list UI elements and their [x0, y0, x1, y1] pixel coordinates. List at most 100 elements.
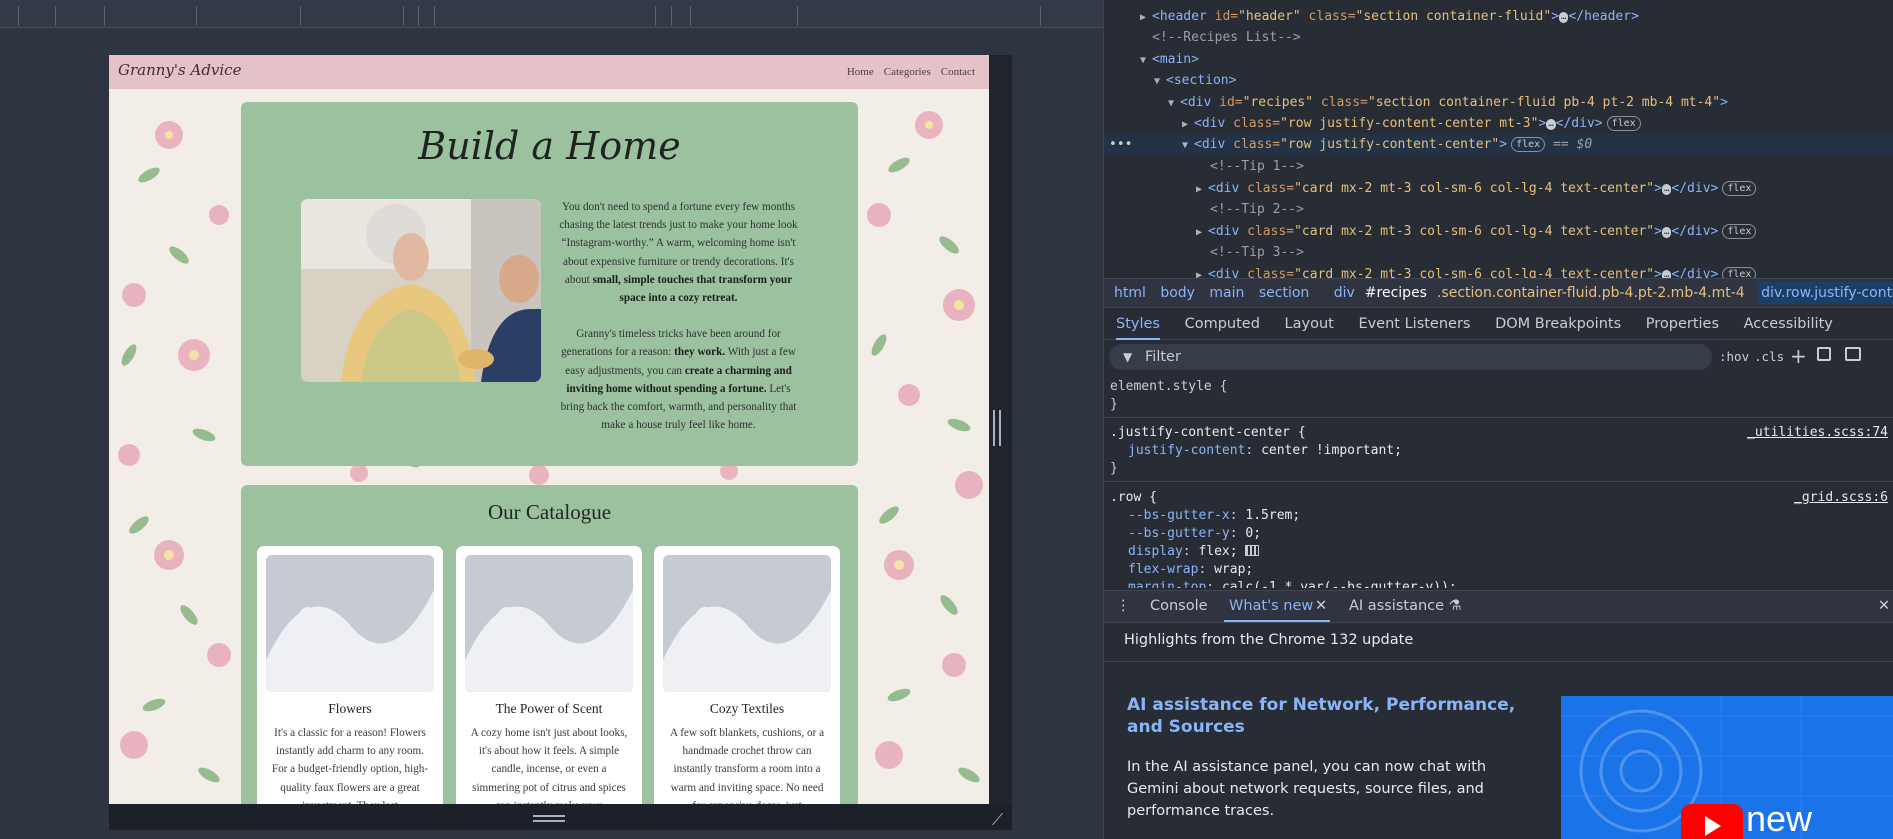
expand-arrow-icon[interactable]: ▶ [1196, 222, 1208, 243]
collapsed-ellipsis-icon[interactable]: … [1661, 270, 1672, 278]
rule-justify-selector[interactable]: .justify-content-center { [1110, 424, 1306, 442]
breadcrumb-recipes[interactable]: div #recipes .section.container-fluid.pb-4… [1324, 285, 1745, 301]
breadcrumb-body[interactable]: body [1160, 285, 1195, 301]
dom-node-row-mt3[interactable]: ▶ <div class="row justify-content-center … [1182, 113, 1641, 134]
tab-accessibility[interactable]: Accessibility [1744, 316, 1833, 332]
viewport-resize-handle-right[interactable] [993, 410, 1001, 446]
dom-node-main[interactable]: ▼ <main> [1140, 49, 1199, 70]
dom-comment-tip2[interactable]: <!--Tip 2--> [1210, 199, 1304, 220]
tab-event-listeners[interactable]: Event Listeners [1358, 316, 1470, 332]
flex-badge[interactable]: flex [1722, 181, 1757, 196]
youtube-play-icon[interactable] [1681, 804, 1743, 839]
rule-property[interactable]: flex-wrap: wrap; [1128, 561, 1253, 579]
dom-comment-tip1[interactable]: <!--Tip 1--> [1210, 156, 1304, 177]
node-actions-icon[interactable]: ••• [1109, 134, 1132, 155]
rule-property[interactable]: --bs-gutter-x: 1.5rem; [1128, 507, 1300, 525]
drawer-tab-bar: ⋮ Console What's new ✕ AI assistance ⚗ ✕ [1104, 590, 1893, 623]
site-brand[interactable]: Granny's Advice [118, 61, 241, 79]
rule-element-style-selector[interactable]: element.style { [1110, 378, 1227, 396]
tab-whats-new[interactable]: What's new [1229, 591, 1313, 622]
flex-badge[interactable]: flex [1722, 224, 1757, 239]
tab-computed[interactable]: Computed [1185, 316, 1260, 332]
nav-link-contact[interactable]: Contact [941, 66, 975, 78]
hero-paragraph-2: Granny's timeless tricks have been aroun… [560, 328, 797, 432]
site-nav-links: Home Categories Contact [847, 66, 975, 78]
collapsed-ellipsis-icon[interactable]: … [1661, 227, 1672, 238]
media-query-ruler[interactable] [0, 0, 1103, 28]
drawer-menu-icon[interactable]: ⋮ [1116, 591, 1131, 622]
whats-new-video-thumbnail[interactable]: new [1561, 696, 1893, 839]
viewport-resize-handle-bottom[interactable] [533, 815, 565, 822]
styles-tab-bar: Styles Computed Layout Event Listeners D… [1104, 308, 1893, 340]
rule-row-selector[interactable]: .row { [1110, 489, 1157, 507]
dom-node-card-1[interactable]: ▶ <div class="card mx-2 mt-3 col-sm-6 col… [1196, 178, 1757, 200]
tab-properties[interactable]: Properties [1646, 316, 1719, 332]
new-style-rule-icon[interactable]: + [1790, 344, 1807, 368]
divider [1104, 661, 1893, 662]
expand-arrow-icon[interactable]: ▶ [1196, 179, 1208, 200]
collapsed-ellipsis-icon[interactable]: … [1661, 184, 1672, 195]
dom-comment-tip3[interactable]: <!--Tip 3--> [1210, 242, 1304, 263]
toggle-sidebar-icon[interactable] [1845, 347, 1861, 361]
card-text: A few soft blankets, cushions, or a hand… [669, 727, 825, 804]
rule-close-brace: } [1110, 397, 1118, 412]
styles-filter: ▼ [1109, 344, 1712, 370]
collapse-arrow-icon[interactable]: ▼ [1168, 93, 1180, 114]
close-tab-icon[interactable]: ✕ [1315, 591, 1327, 622]
expand-arrow-icon[interactable]: ▶ [1182, 114, 1194, 135]
selected-node-marker: == $0 [1553, 137, 1593, 152]
dom-node-row-selected[interactable]: ▼ <div class="row justify-content-center"… [1182, 134, 1592, 155]
tab-styles[interactable]: Styles [1116, 316, 1160, 340]
style-rules: element.style { } .justify-content-cente… [1104, 374, 1893, 588]
flex-badge[interactable]: flex [1722, 267, 1757, 278]
collapse-arrow-icon[interactable]: ▼ [1182, 135, 1194, 156]
dom-node-recipes[interactable]: ▼ <div id="recipes" class="section contai… [1168, 92, 1728, 113]
catalogue-card-textiles[interactable]: Cozy Textiles A few soft blankets, cushi… [654, 546, 840, 804]
nav-link-categories[interactable]: Categories [884, 66, 931, 78]
dom-node-card-3[interactable]: ▶ <div class="card mx-2 mt-3 col-sm-6 col… [1196, 264, 1757, 278]
flex-badge[interactable]: flex [1606, 116, 1641, 131]
image-placeholder-icon [465, 555, 633, 692]
collapse-arrow-icon[interactable]: ▼ [1140, 50, 1152, 71]
close-drawer-icon[interactable]: ✕ [1878, 591, 1890, 622]
collapse-arrow-icon[interactable]: ▼ [1154, 71, 1166, 92]
hero-card: Build a Home You don't need to spend a f… [241, 102, 858, 466]
breadcrumb-html[interactable]: html [1114, 285, 1146, 301]
hero-title: Build a Home [418, 124, 681, 168]
flex-editor-icon[interactable] [1245, 545, 1260, 556]
nav-link-home[interactable]: Home [847, 66, 874, 78]
page-viewport[interactable]: Granny's Advice Home Categories Contact … [109, 55, 989, 804]
dom-node-header[interactable]: ▶ <header id="header" class="section cont… [1140, 6, 1639, 27]
tab-dom-breakpoints[interactable]: DOM Breakpoints [1495, 316, 1621, 332]
rule-source-link[interactable]: _grid.scss:6 [1794, 489, 1888, 507]
tab-ai-assistance[interactable]: AI assistance ⚗ [1349, 591, 1462, 622]
dom-node-card-2[interactable]: ▶ <div class="card mx-2 mt-3 col-sm-6 col… [1196, 221, 1757, 243]
flex-badge[interactable]: flex [1511, 137, 1546, 152]
tab-console[interactable]: Console [1150, 591, 1208, 622]
rendering-emulation-icon[interactable] [1817, 347, 1831, 361]
breadcrumb-main[interactable]: main [1209, 285, 1244, 301]
rule-property[interactable]: margin-top: calc(-1 * var(--bs-gutter-y)… [1128, 579, 1457, 588]
rule-property[interactable]: justify-content: center !important; [1128, 442, 1402, 460]
whats-new-feature-title[interactable]: AI assistance for Network, Performance, … [1127, 694, 1527, 738]
catalogue-card-scent[interactable]: The Power of Scent A cozy home isn't jus… [456, 546, 642, 804]
dom-comment-recipes[interactable]: <!--Recipes List--> [1152, 27, 1301, 48]
dom-node-section[interactable]: ▼ <section> [1154, 70, 1236, 91]
collapsed-ellipsis-icon[interactable]: … [1546, 119, 1556, 130]
rule-property[interactable]: display: flex; [1128, 543, 1260, 561]
filter-input[interactable] [1145, 347, 1685, 367]
tab-layout[interactable]: Layout [1285, 316, 1334, 332]
breadcrumb-selected-row[interactable]: div.row.justify-content-center [1757, 282, 1893, 304]
rule-property[interactable]: --bs-gutter-y: 0; [1128, 525, 1261, 543]
resize-corner-icon[interactable]: ⟋ [992, 810, 1003, 830]
hover-state-toggle[interactable]: :hov [1719, 349, 1749, 364]
class-toggle[interactable]: .cls [1754, 349, 1784, 364]
expand-arrow-icon[interactable]: ▶ [1140, 7, 1152, 28]
catalogue-card-flowers[interactable]: Flowers It's a classic for a reason! Flo… [257, 546, 443, 804]
rule-source-link[interactable]: _utilities.scss:74 [1747, 424, 1888, 442]
expand-arrow-icon[interactable]: ▶ [1196, 265, 1208, 278]
card-title: Cozy Textiles [709, 701, 785, 716]
whats-new-feature-body: In the AI assistance panel, you can now … [1127, 759, 1487, 819]
breadcrumb-section[interactable]: section [1259, 285, 1309, 301]
rule-close-brace: } [1110, 461, 1118, 476]
